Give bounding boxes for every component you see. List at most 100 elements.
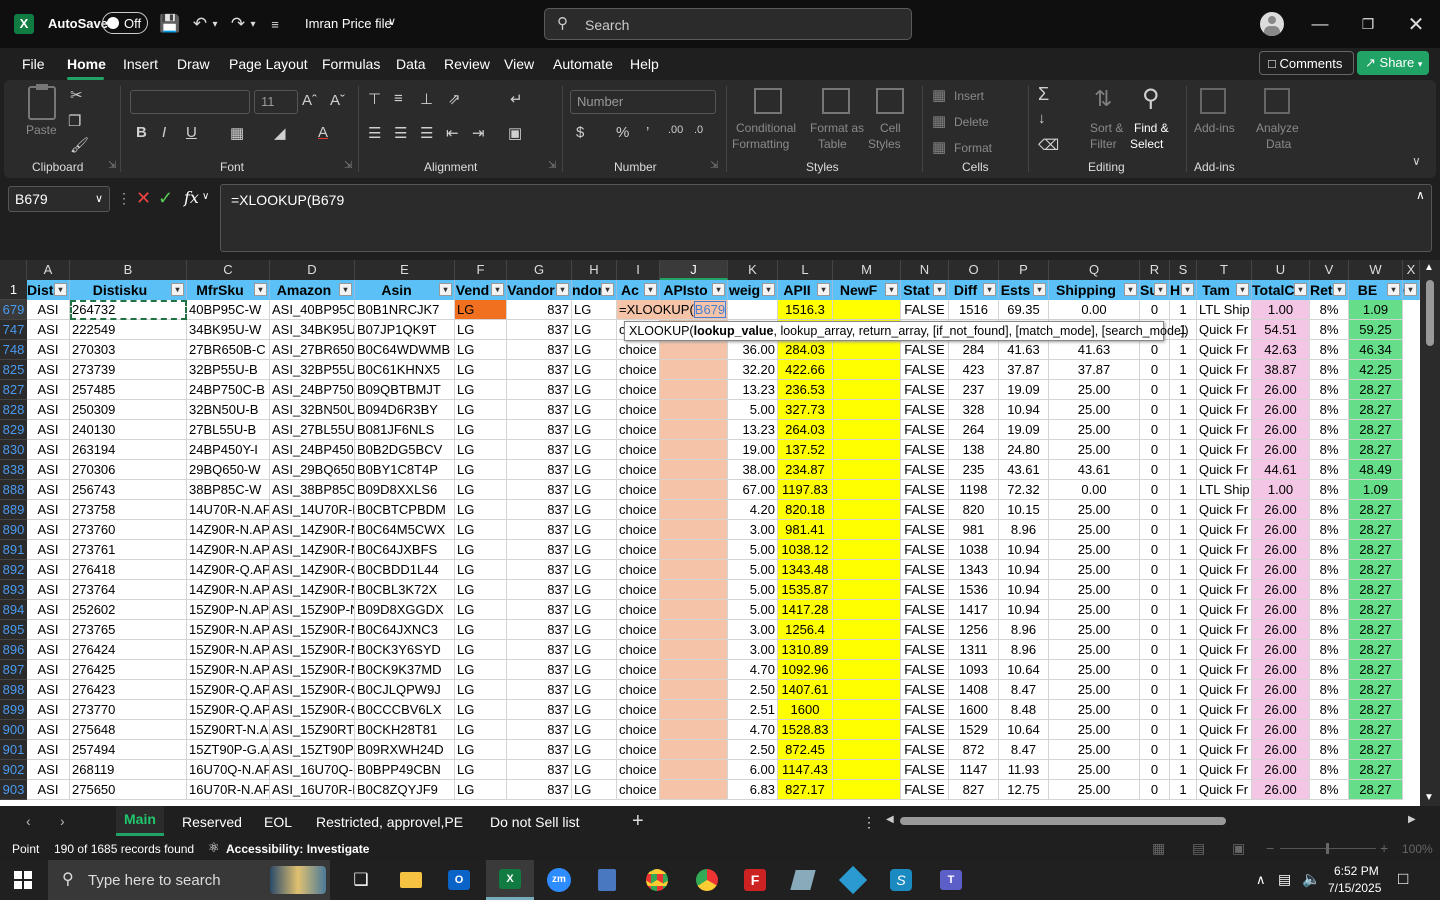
table-cell[interactable]: 25.00 [1049, 540, 1140, 560]
table-cell[interactable]: ASI_32BN50U [270, 400, 355, 420]
table-cell[interactable]: LG [455, 360, 507, 380]
table-cell[interactable]: ASI_14Z90R-N [270, 520, 355, 540]
row-header[interactable]: 895 [0, 620, 27, 640]
column-header-j[interactable]: J [660, 260, 728, 280]
table-cell[interactable]: LG [455, 780, 507, 800]
table-cell[interactable]: =XLOOKUP(B679 [617, 300, 727, 320]
column-header-q[interactable]: Q [1049, 260, 1140, 280]
table-cell[interactable]: 1 [1170, 560, 1197, 580]
column-header-r[interactable]: R [1140, 260, 1170, 280]
table-cell[interactable]: 26.00 [1252, 580, 1310, 600]
table-cell[interactable]: 25.00 [1049, 520, 1140, 540]
table-cell[interactable]: 26.00 [1252, 560, 1310, 580]
table-cell[interactable]: 0 [1140, 340, 1170, 360]
table-cell[interactable]: 1600 [949, 700, 999, 720]
table-cell[interactable]: 15Z90R-Q.AP [187, 680, 270, 700]
file-explorer-icon[interactable] [388, 860, 434, 900]
table-cell[interactable]: LG [572, 720, 617, 740]
table-cell[interactable]: 28.27 [1349, 380, 1403, 400]
table-cell[interactable] [833, 420, 901, 440]
table-cell[interactable]: 8.96 [999, 620, 1049, 640]
table-cell[interactable]: 28.27 [1349, 740, 1403, 760]
teams-icon[interactable]: T [928, 860, 974, 900]
table-cell[interactable]: 284.03 [778, 340, 833, 360]
table-cell[interactable]: FALSE [901, 780, 949, 800]
alignment-launcher-icon[interactable]: ⇲ [548, 160, 556, 171]
table-cell[interactable]: 0 [1140, 600, 1170, 620]
table-cell[interactable]: 19.09 [999, 420, 1049, 440]
table-cell[interactable]: 252602 [70, 600, 187, 620]
undo-icon[interactable]: ↶ [188, 12, 212, 36]
table-cell[interactable] [833, 380, 901, 400]
align-middle-icon[interactable]: ≡ [394, 90, 403, 107]
table-cell[interactable]: 270306 [70, 460, 187, 480]
table-cell[interactable]: Quick Fr [1197, 560, 1252, 580]
table-cell[interactable] [660, 700, 728, 720]
sheet-tab-main[interactable]: Main [116, 806, 164, 836]
table-cell[interactable]: 1408 [949, 680, 999, 700]
table-cell[interactable]: 837 [507, 620, 572, 640]
outlook-icon[interactable]: O [436, 860, 482, 900]
chrome-profile-icon[interactable] [684, 860, 730, 900]
align-top-icon[interactable]: ⊤ [368, 90, 381, 108]
tabs-more-icon[interactable]: ⋮ [862, 814, 876, 831]
table-cell[interactable] [833, 580, 901, 600]
table-cell[interactable]: LG [572, 380, 617, 400]
table-cell[interactable]: LG [572, 400, 617, 420]
table-cell[interactable]: 26.00 [1252, 700, 1310, 720]
table-cell[interactable]: 1417 [949, 600, 999, 620]
table-cell[interactable]: choice [617, 640, 660, 660]
table-cell[interactable]: 257485 [70, 380, 187, 400]
horizontal-scrollbar[interactable]: ◀ ▶ [886, 814, 1420, 828]
table-cell[interactable] [833, 440, 901, 460]
table-cell[interactable]: FALSE [901, 560, 949, 580]
copy-icon[interactable]: ❐ [68, 112, 81, 130]
filter-dropdown-icon[interactable]: ▾ [644, 283, 657, 296]
table-cell[interactable]: 1256.4 [778, 620, 833, 640]
table-cell[interactable] [660, 380, 728, 400]
table-cell[interactable]: 257494 [70, 740, 187, 760]
table-cell[interactable]: 28.27 [1349, 720, 1403, 740]
table-cell[interactable]: 3.00 [728, 520, 778, 540]
table-cell[interactable]: 0 [1140, 420, 1170, 440]
table-cell[interactable]: 26.00 [1252, 520, 1310, 540]
table-cell[interactable]: 327.73 [778, 400, 833, 420]
align-bottom-icon[interactable]: ⊥ [420, 90, 433, 108]
merge-center-icon[interactable]: ▣ [508, 124, 522, 142]
chrome-icon[interactable] [634, 860, 680, 900]
table-cell[interactable]: 28.27 [1349, 660, 1403, 680]
table-cell[interactable]: 837 [507, 680, 572, 700]
row-header[interactable]: 828 [0, 400, 27, 420]
table-cell[interactable]: 1038.12 [778, 540, 833, 560]
sort-filter-label[interactable]: Sort & [1090, 120, 1123, 136]
table-cell[interactable]: 26.00 [1252, 500, 1310, 520]
table-cell[interactable]: 137.52 [778, 440, 833, 460]
column-header-f[interactable]: F [455, 260, 507, 280]
table-cell[interactable]: 34BK95U-W [187, 320, 270, 340]
accessibility-icon[interactable]: ⚛ [208, 840, 220, 856]
table-cell[interactable]: 8% [1310, 540, 1349, 560]
header-cell[interactable]: GI▾ [1403, 280, 1420, 300]
table-cell[interactable]: FALSE [901, 500, 949, 520]
table-cell[interactable]: LG [455, 560, 507, 580]
table-cell[interactable]: Quick Fr [1197, 340, 1252, 360]
table-cell[interactable]: 41.63 [1049, 340, 1140, 360]
table-cell[interactable]: 14Z90R-Q.AP [187, 560, 270, 580]
find-select-icon[interactable]: ⚲ [1142, 84, 1160, 113]
row-header[interactable]: 897 [0, 660, 27, 680]
underline-icon[interactable]: U [186, 124, 197, 141]
analyze-data-icon[interactable] [1264, 88, 1290, 114]
menu-home[interactable]: Home [67, 56, 106, 72]
header-cell[interactable]: H ▾ [1170, 280, 1197, 300]
table-cell[interactable]: 28.27 [1349, 600, 1403, 620]
table-cell[interactable]: Quick Fr [1197, 740, 1252, 760]
table-cell[interactable]: ASI [27, 540, 70, 560]
table-cell[interactable]: ASI_27BR650E [270, 340, 355, 360]
table-cell[interactable]: ASI_14Z90R-Q [270, 560, 355, 580]
column-header-t[interactable]: T [1197, 260, 1252, 280]
bold-icon[interactable]: B [136, 124, 147, 141]
orientation-icon[interactable]: ⇗ [448, 90, 461, 108]
table-cell[interactable]: choice [617, 780, 660, 800]
table-cell[interactable]: 1197.83 [778, 480, 833, 500]
table-cell[interactable]: Quick Fr [1197, 540, 1252, 560]
